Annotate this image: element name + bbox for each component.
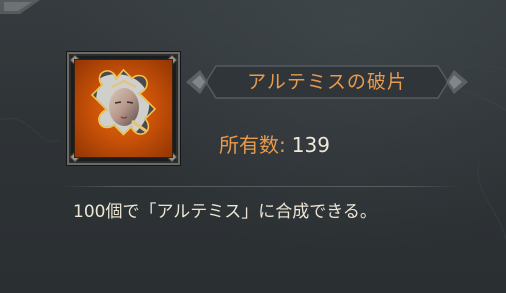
item-icon-frame (67, 52, 180, 165)
item-description: 100個で「アルテミス」に合成できる。 (73, 202, 377, 222)
item-name: アルテミスの破片 (247, 71, 407, 93)
owned-count: 所有数: 139 (219, 131, 330, 159)
item-icon-background (74, 59, 173, 158)
divider (60, 186, 460, 187)
owned-count-value: 139 (291, 133, 330, 157)
puzzle-piece-portrait-icon (90, 68, 157, 136)
corner-ornament-icon (0, 0, 40, 14)
item-tooltip-panel: アルテミスの破片 所有数: 139 100個で「アルテミス」に合成できる。 (0, 0, 506, 293)
owned-count-label: 所有数: (219, 133, 286, 157)
item-title-banner: アルテミスの破片 (186, 62, 468, 102)
